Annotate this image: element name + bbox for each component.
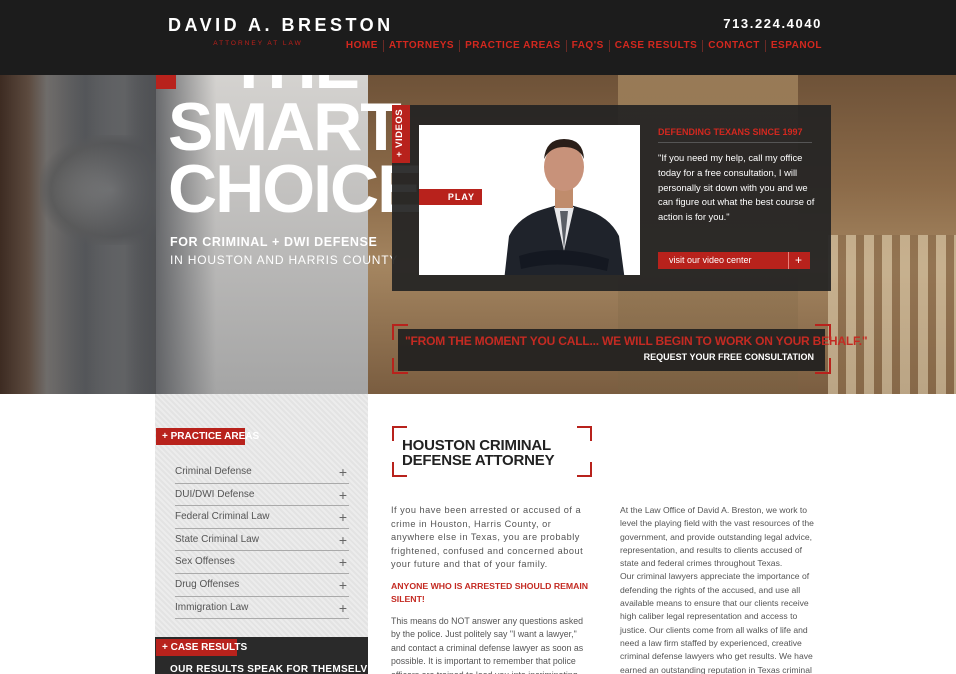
practice-item-immigration[interactable]: Immigration Law +	[175, 597, 349, 620]
plus-icon: +	[338, 509, 347, 526]
plus-icon: +	[338, 531, 347, 548]
advice-paragraph: This means do NOT answer any questions a…	[391, 615, 584, 674]
phone-number[interactable]: 713.224.4040	[723, 16, 822, 31]
main-nav: HOME ATTORNEYS PRACTICE AREAS FAQ'S CASE…	[341, 40, 822, 52]
nav-home[interactable]: HOME	[341, 40, 383, 52]
practice-item-dui-dwi[interactable]: DUI/DWI Defense +	[175, 484, 349, 507]
nav-case-results[interactable]: CASE RESULTS	[608, 40, 703, 52]
attorney-quote: "If you need my help, call my office tod…	[658, 152, 815, 223]
intro-paragraph: If you have been arrested or accused of …	[391, 505, 584, 569]
case-results-teaser: OUR RESULTS SPEAK FOR THEMSELVES	[170, 664, 382, 674]
lawyers-paragraph: Our criminal lawyers appreciate the impo…	[620, 571, 813, 674]
case-results-heading[interactable]: + CASE RESULTS	[156, 639, 247, 656]
page-title-line-2: DEFENSE ATTORNEY	[402, 452, 555, 469]
hero-tagline: FOR CRIMINAL + DWI DEFENSE	[170, 235, 378, 249]
practice-item-federal[interactable]: Federal Criminal Law +	[175, 506, 349, 529]
headline-line-2: SMART	[168, 89, 402, 165]
videos-tab[interactable]: + VIDEOS	[392, 105, 410, 163]
practice-item-state[interactable]: State Criminal Law +	[175, 529, 349, 552]
content-column-left: If you have been arrested or accused of …	[391, 504, 591, 674]
plus-icon: +	[338, 554, 347, 571]
attorney-portrait	[504, 139, 625, 275]
practice-item-label: Drug Offenses	[175, 578, 240, 590]
plus-icon: +	[338, 486, 347, 503]
plus-icon: +	[338, 599, 347, 616]
nav-attorneys[interactable]: ATTORNEYS	[382, 40, 459, 52]
plus-icon: +	[338, 464, 347, 480]
practice-item-criminal-defense[interactable]: Criminal Defense +	[175, 461, 349, 484]
practice-item-drug-offenses[interactable]: Drug Offenses +	[175, 574, 349, 597]
practice-item-label: Immigration Law	[175, 601, 249, 613]
content-column-right: At the Law Office of David A. Breston, w…	[620, 504, 820, 674]
practice-item-label: State Criminal Law	[175, 533, 259, 545]
divider	[658, 142, 812, 143]
corner-bracket-icon	[392, 358, 408, 374]
practice-item-sex-offenses[interactable]: Sex Offenses +	[175, 551, 349, 574]
practice-areas-list: Criminal Defense + DUI/DWI Defense + Fed…	[175, 461, 349, 620]
nav-faqs[interactable]: FAQ'S	[565, 40, 609, 52]
practice-item-label: Federal Criminal Law	[175, 511, 270, 523]
practice-item-label: DUI/DWI Defense	[175, 488, 255, 500]
since-label: DEFENDING TEXANS SINCE 1997	[658, 127, 803, 137]
videos-tab-label: + VIDEOS	[394, 108, 405, 157]
page-title-line-1: HOUSTON CRIMINAL	[402, 437, 552, 454]
site-header: DAVID A. BRESTON ATTORNEY AT LAW 713.224…	[0, 0, 956, 75]
nav-contact[interactable]: CONTACT	[702, 40, 765, 52]
free-consultation-link[interactable]: REQUEST YOUR FREE CONSULTATION	[644, 352, 814, 362]
nav-practice-areas[interactable]: PRACTICE AREAS	[459, 40, 566, 52]
headline-line-3: CHOICE	[168, 151, 422, 227]
video-center-label: visit our video center	[669, 255, 752, 265]
firm-paragraph: At the Law Office of David A. Breston, w…	[620, 505, 814, 569]
banner-quote: "FROM THE MOMENT YOU CALL... WE WILL BEG…	[405, 334, 868, 348]
video-center-button[interactable]: visit our video center +	[658, 252, 810, 269]
warning-heading: ANYONE WHO IS ARRESTED SHOULD REMAIN SIL…	[391, 580, 589, 605]
plus-icon: +	[787, 252, 802, 269]
nav-espanol[interactable]: ESPANOL	[764, 40, 822, 52]
practice-areas-heading: + PRACTICE AREAS	[156, 428, 259, 445]
plus-icon: +	[338, 576, 347, 593]
site-logo[interactable]: DAVID A. BRESTON ATTORNEY AT LAW	[168, 15, 394, 47]
play-button[interactable]: PLAY	[419, 189, 482, 205]
logo-subtitle: ATTORNEY AT LAW	[213, 40, 303, 47]
page-title: HOUSTON CRIMINAL DEFENSE ATTORNEY	[402, 438, 562, 468]
practice-item-label: Criminal Defense	[175, 466, 252, 477]
corner-bracket-icon	[815, 358, 831, 374]
hero-subtagline: IN HOUSTON AND HARRIS COUNTY	[170, 253, 399, 267]
corner-bracket-icon	[577, 426, 592, 441]
corner-bracket-icon	[577, 462, 592, 477]
practice-item-label: Sex Offenses	[175, 556, 235, 568]
logo-name: DAVID A. BRESTON	[168, 15, 394, 35]
